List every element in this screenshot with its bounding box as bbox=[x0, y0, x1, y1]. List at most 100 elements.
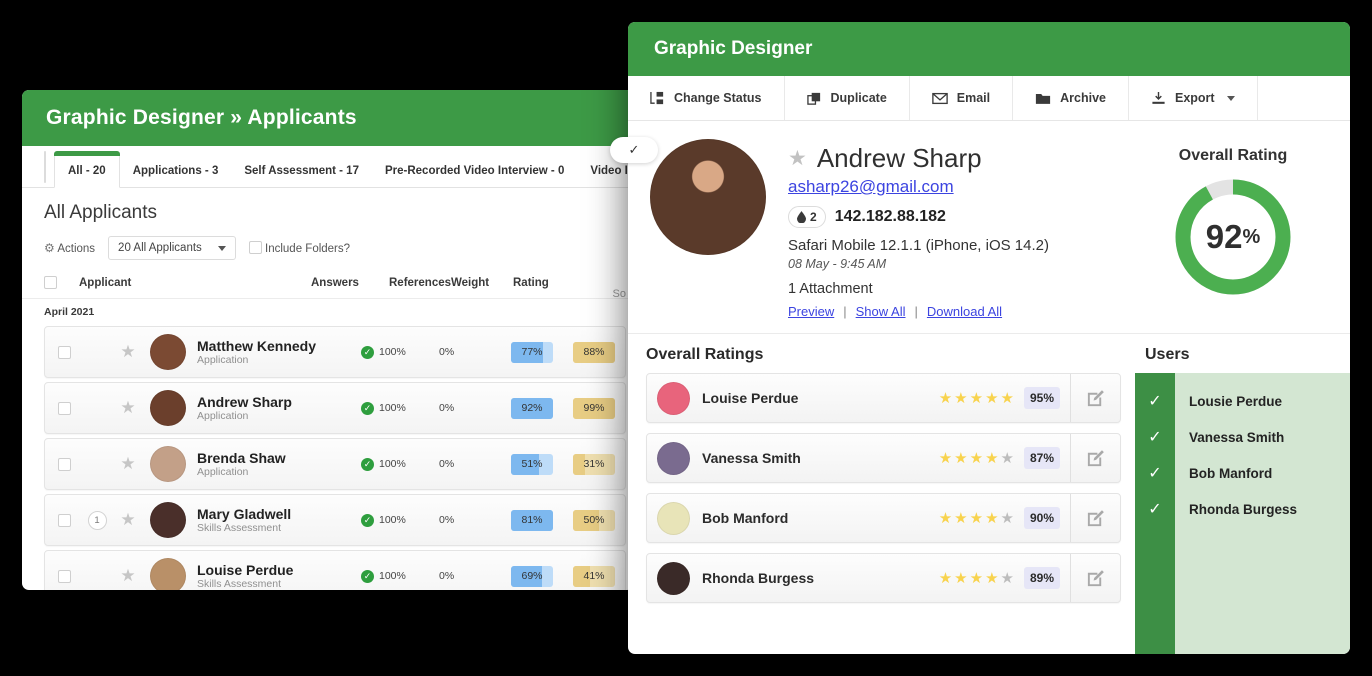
row-checkbox[interactable] bbox=[45, 513, 83, 527]
rater-name: Vanessa Smith bbox=[702, 450, 801, 466]
star-icon[interactable]: ★ bbox=[970, 569, 983, 587]
gauge-number: 92 bbox=[1205, 218, 1243, 255]
row-checkbox[interactable] bbox=[45, 457, 83, 471]
change-status-button[interactable]: Change Status bbox=[628, 76, 785, 120]
avatar bbox=[150, 502, 186, 538]
duplicate-button[interactable]: Duplicate bbox=[785, 76, 910, 120]
export-button[interactable]: Export bbox=[1129, 76, 1258, 120]
tab-self-assessment[interactable]: Self Assessment - 17 bbox=[231, 156, 372, 187]
edit-pencil-icon bbox=[1087, 569, 1104, 586]
table-row[interactable]: ★ Matthew Kennedy Application ✓ 100% 0% 77% 88% bbox=[44, 326, 626, 378]
overall-ratings-section: Overall Ratings Louise Perdue ★ ★ ★ ★ ★ 95% Van… bbox=[628, 334, 1135, 654]
star-rating[interactable]: ★ ★ ★ ★ ★ bbox=[939, 449, 1014, 467]
rating-percent: 90% bbox=[1023, 507, 1060, 529]
row-star-icon[interactable]: ★ bbox=[111, 398, 145, 418]
grid-view-button[interactable] bbox=[44, 151, 46, 183]
table-row[interactable]: 1 ★ Mary Gladwell Skills Assessment ✓ 100% 0% 8… bbox=[44, 494, 626, 546]
user-check-icon[interactable]: ✓ bbox=[1135, 455, 1175, 491]
candidate-detail: ★ Andrew Sharp asharp26@gmail.com 2 142.… bbox=[628, 121, 1350, 333]
edit-rating-button[interactable] bbox=[1070, 554, 1120, 602]
download-all-link[interactable]: Download All bbox=[927, 304, 1002, 319]
row-avatar-cell bbox=[145, 558, 191, 590]
tab-applications[interactable]: Applications - 3 bbox=[120, 156, 232, 187]
rating-row[interactable]: Vanessa Smith ★ ★ ★ ★ ★ 87% bbox=[646, 433, 1121, 483]
link-separator: | bbox=[843, 304, 847, 319]
preview-link[interactable]: Preview bbox=[788, 304, 834, 319]
change-status-label: Change Status bbox=[674, 91, 762, 105]
row-weight: 51% bbox=[501, 453, 563, 475]
star-icon[interactable]: ★ bbox=[939, 449, 952, 467]
star-icon[interactable]: ★ bbox=[985, 449, 998, 467]
star-icon[interactable]: ★ bbox=[939, 509, 952, 527]
email-button[interactable]: Email bbox=[910, 76, 1014, 120]
star-icon[interactable]: ★ bbox=[1001, 449, 1014, 467]
star-icon[interactable]: ★ bbox=[1001, 509, 1014, 527]
star-icon[interactable]: ★ bbox=[985, 389, 998, 407]
row-checkbox[interactable] bbox=[45, 569, 83, 583]
candidate-timestamp: 08 May - 9:45 AM bbox=[788, 257, 887, 271]
list-view-icon[interactable] bbox=[34, 154, 36, 180]
droplet-icon bbox=[797, 211, 806, 223]
star-icon[interactable]: ★ bbox=[970, 389, 983, 407]
rating-row[interactable]: Louise Perdue ★ ★ ★ ★ ★ 95% bbox=[646, 373, 1121, 423]
archive-label: Archive bbox=[1060, 91, 1106, 105]
include-folders-checkbox[interactable]: Include Folders? bbox=[248, 241, 351, 255]
row-checkbox[interactable] bbox=[45, 345, 83, 359]
applicant-rows: ★ Matthew Kennedy Application ✓ 100% 0% 77% 88%… bbox=[22, 326, 634, 590]
actions-button[interactable]: ⚙ Actions bbox=[44, 241, 95, 255]
star-rating[interactable]: ★ ★ ★ ★ ★ bbox=[939, 389, 1014, 407]
star-icon[interactable]: ★ bbox=[939, 569, 952, 587]
tab-pre-recorded-video-interview[interactable]: Pre-Recorded Video Interview - 0 bbox=[372, 156, 577, 187]
table-row[interactable]: ★ Louise Perdue Skills Assessment ✓ 100% 0% 69… bbox=[44, 550, 626, 590]
row-applicant: Mary Gladwell Skills Assessment bbox=[197, 505, 292, 535]
users-section: Users ✓ ✓ ✓ ✓ Lousie Perdue Vanessa Smith Bob… bbox=[1135, 334, 1350, 654]
sort-label[interactable]: So bbox=[613, 288, 626, 300]
star-icon[interactable]: ★ bbox=[1001, 569, 1014, 587]
edit-pencil-icon bbox=[1087, 509, 1104, 526]
row-weight: 92% bbox=[501, 397, 563, 419]
star-rating[interactable]: ★ ★ ★ ★ ★ bbox=[939, 569, 1014, 587]
include-folders-label: Include Folders? bbox=[265, 243, 351, 255]
star-icon[interactable]: ★ bbox=[939, 389, 952, 407]
star-icon[interactable]: ★ bbox=[985, 509, 998, 527]
rating-row[interactable]: Bob Manford ★ ★ ★ ★ ★ 90% bbox=[646, 493, 1121, 543]
tab-all[interactable]: All - 20 bbox=[54, 151, 120, 188]
row-star-icon[interactable]: ★ bbox=[111, 454, 145, 474]
candidate-email-link[interactable]: asharp26@gmail.com bbox=[788, 177, 954, 197]
select-all-checkbox[interactable] bbox=[44, 276, 57, 289]
row-star-icon[interactable]: ★ bbox=[111, 510, 145, 530]
star-icon[interactable]: ★ bbox=[970, 509, 983, 527]
table-row[interactable]: ★ Andrew Sharp Application ✓ 100% 0% 92% 99% bbox=[44, 382, 626, 434]
row-rating: 41% bbox=[563, 565, 625, 587]
user-check-icon[interactable]: ✓ bbox=[1135, 419, 1175, 455]
edit-rating-button[interactable] bbox=[1070, 494, 1120, 542]
user-check-icon[interactable]: ✓ bbox=[1135, 383, 1175, 419]
star-icon[interactable]: ★ bbox=[954, 449, 967, 467]
star-icon[interactable]: ★ bbox=[985, 569, 998, 587]
star-icon[interactable]: ★ bbox=[954, 509, 967, 527]
star-icon[interactable]: ★ bbox=[954, 389, 967, 407]
row-star-icon[interactable]: ★ bbox=[111, 566, 145, 586]
rating-row[interactable]: Rhonda Burgess ★ ★ ★ ★ ★ 89% bbox=[646, 553, 1121, 603]
star-rating[interactable]: ★ ★ ★ ★ ★ bbox=[939, 509, 1014, 527]
candidate-user-agent: Safari Mobile 12.1.1 (iPhone, iOS 14.2) bbox=[788, 237, 1049, 254]
applicants-filter-select[interactable]: 20 All Applicants bbox=[108, 236, 236, 260]
favorite-star-icon[interactable]: ★ bbox=[788, 146, 807, 171]
row-rating: 88% bbox=[563, 341, 625, 363]
user-name: Lousie Perdue bbox=[1189, 393, 1283, 409]
archive-button[interactable]: Archive bbox=[1013, 76, 1129, 120]
star-icon[interactable]: ★ bbox=[970, 449, 983, 467]
show-all-link[interactable]: Show All bbox=[856, 304, 906, 319]
users-title: Users bbox=[1145, 346, 1190, 363]
edit-rating-button[interactable] bbox=[1070, 374, 1120, 422]
user-check-icon[interactable]: ✓ bbox=[1135, 491, 1175, 527]
row-checkbox[interactable] bbox=[45, 401, 83, 415]
star-icon[interactable]: ★ bbox=[954, 569, 967, 587]
edit-rating-button[interactable] bbox=[1070, 434, 1120, 482]
table-row[interactable]: ★ Brenda Shaw Application ✓ 100% 0% 51% 31% bbox=[44, 438, 626, 490]
star-icon[interactable]: ★ bbox=[1001, 389, 1014, 407]
rating-rows: Louise Perdue ★ ★ ★ ★ ★ 95% Vanessa Smith ★ ★ ★ ★ ★ 8… bbox=[646, 373, 1121, 603]
row-star-icon[interactable]: ★ bbox=[111, 342, 145, 362]
candidate-name: Andrew Sharp bbox=[816, 143, 982, 173]
row-weight: 77% bbox=[501, 341, 563, 363]
